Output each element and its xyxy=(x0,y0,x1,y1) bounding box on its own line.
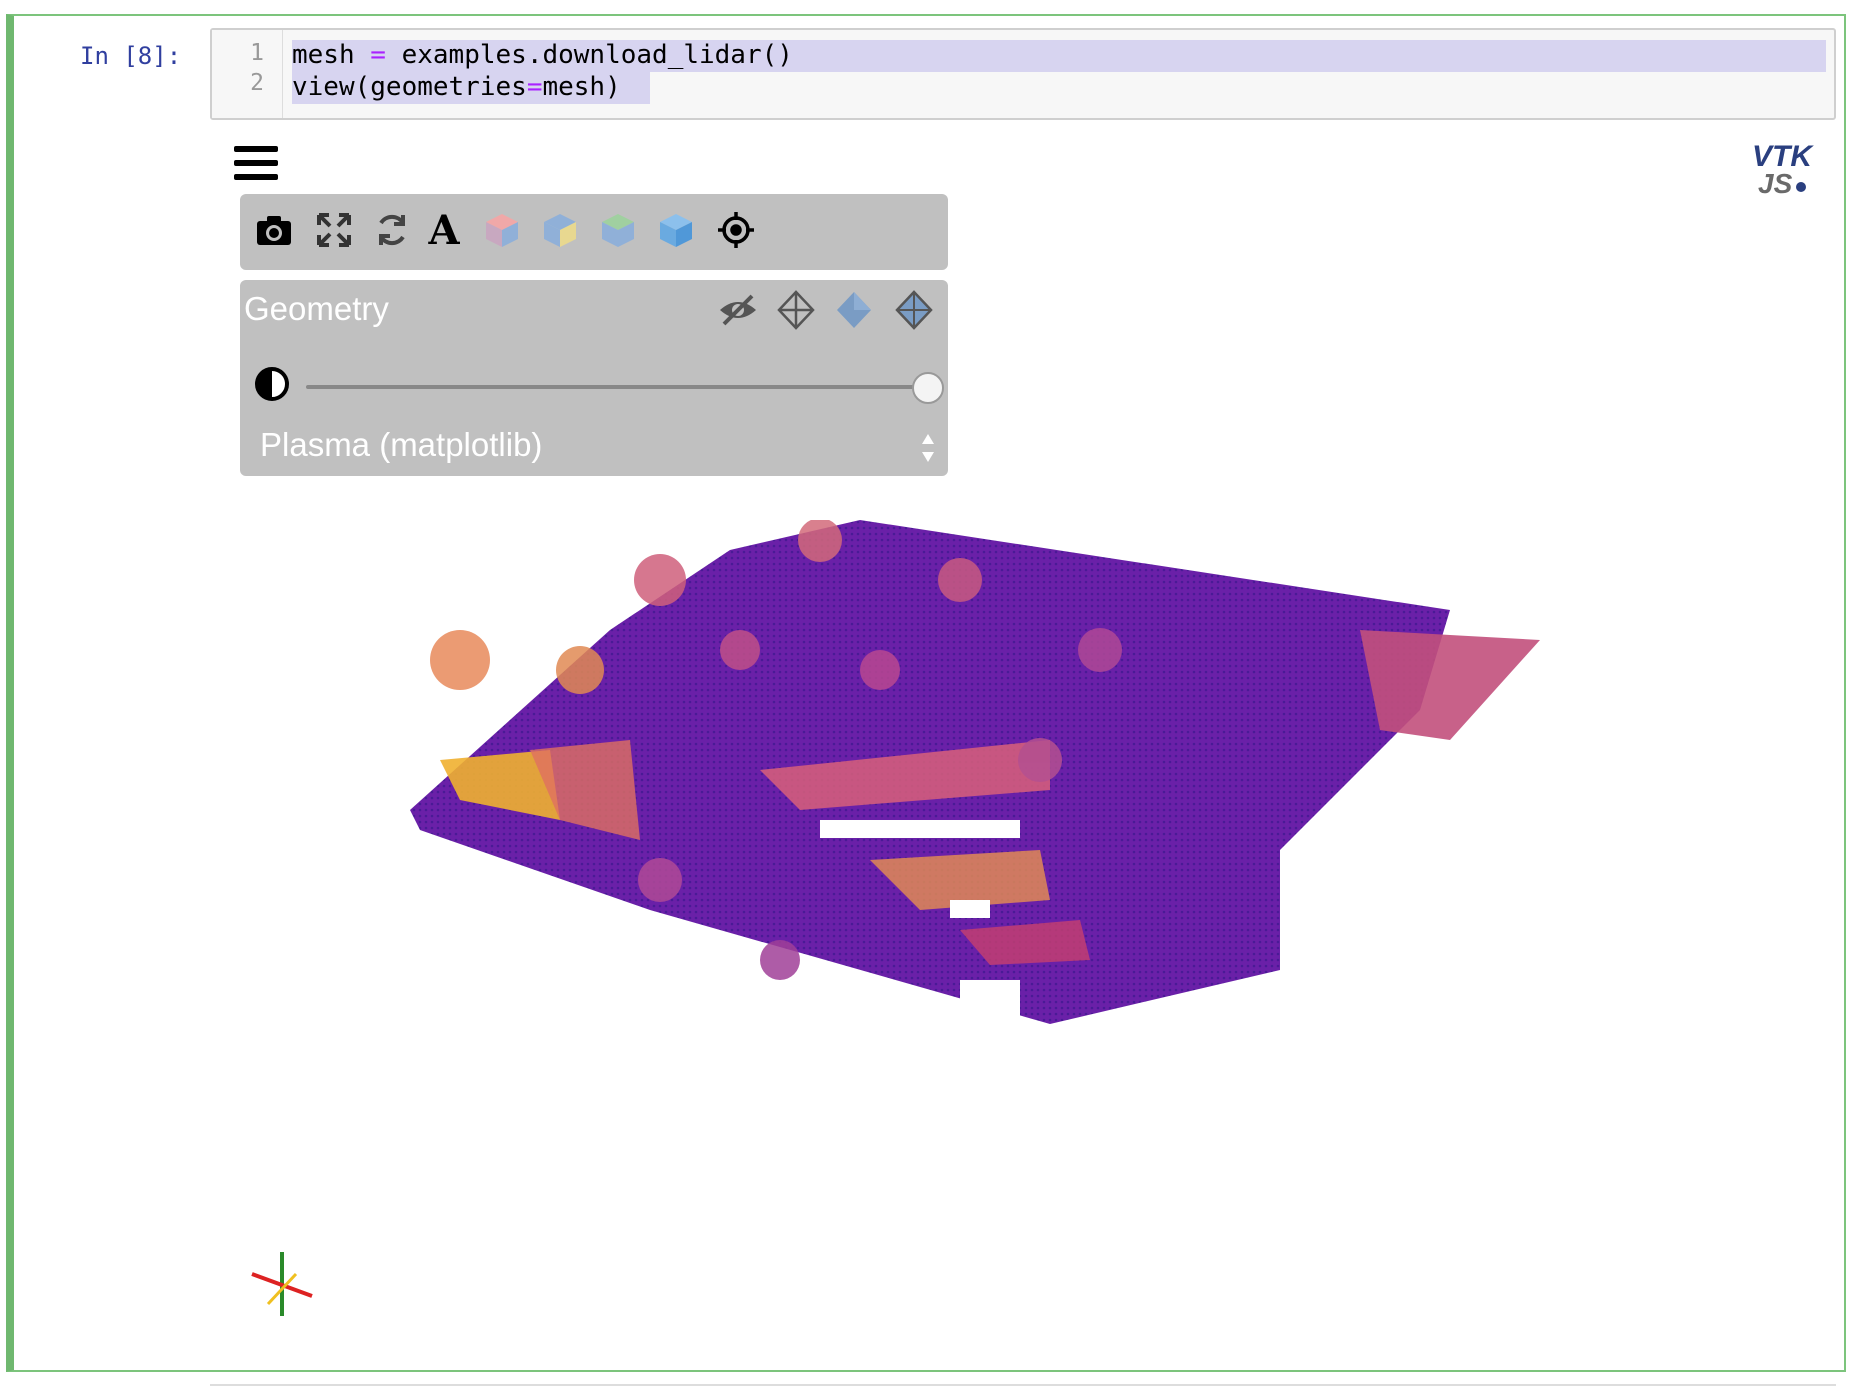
cell-prompt: In [8]: xyxy=(80,42,182,70)
line-number: 1 xyxy=(250,40,264,66)
view-y-axis-cube-icon[interactable] xyxy=(536,206,584,254)
hamburger-menu-icon[interactable] xyxy=(234,146,278,182)
lidar-point-cloud-render[interactable] xyxy=(400,520,1580,1140)
wireframe-diamond-icon[interactable] xyxy=(774,288,818,332)
surface-with-edges-diamond-icon[interactable] xyxy=(892,288,936,332)
opacity-contrast-icon xyxy=(254,366,290,402)
opacity-slider-track[interactable] xyxy=(306,385,930,389)
view-x-axis-cube-icon[interactable] xyxy=(478,206,526,254)
reset-camera-expand-icon[interactable] xyxy=(310,206,358,254)
code-line[interactable]: mesh = examples.download_lidar() xyxy=(292,40,793,70)
viewer-toolbar: A xyxy=(240,194,948,270)
toggle-orientation-text-icon[interactable]: A xyxy=(420,206,468,254)
opacity-slider-thumb[interactable] xyxy=(912,372,944,404)
surface-diamond-icon[interactable] xyxy=(832,288,876,332)
crosshair-target-icon[interactable] xyxy=(712,206,760,254)
select-arrows-icon xyxy=(922,434,934,462)
roof-points xyxy=(1360,630,1540,740)
vtk-js-logo: VTK JS xyxy=(1752,140,1812,199)
line-number-gutter: 1 2 xyxy=(212,30,283,118)
code-line[interactable]: view(geometries=mesh) xyxy=(292,72,621,102)
rotate-icon[interactable] xyxy=(368,206,416,254)
hidden-eye-icon[interactable] xyxy=(716,288,760,332)
screenshot-camera-icon[interactable] xyxy=(250,206,298,254)
view-z-axis-cube-icon[interactable] xyxy=(594,206,642,254)
orientation-axes-widget xyxy=(251,1252,313,1316)
colormap-select[interactable]: Plasma (matplotlib) xyxy=(260,426,934,466)
view-iso-cube-icon[interactable] xyxy=(652,206,700,254)
geometry-panel: Geometry Plasma (matplotlib) xyxy=(240,280,948,476)
line-number: 2 xyxy=(250,70,264,96)
panel-title: Geometry xyxy=(244,290,389,327)
code-editor[interactable]: 1 2 mesh = examples.download_lidar() vie… xyxy=(210,28,1836,120)
